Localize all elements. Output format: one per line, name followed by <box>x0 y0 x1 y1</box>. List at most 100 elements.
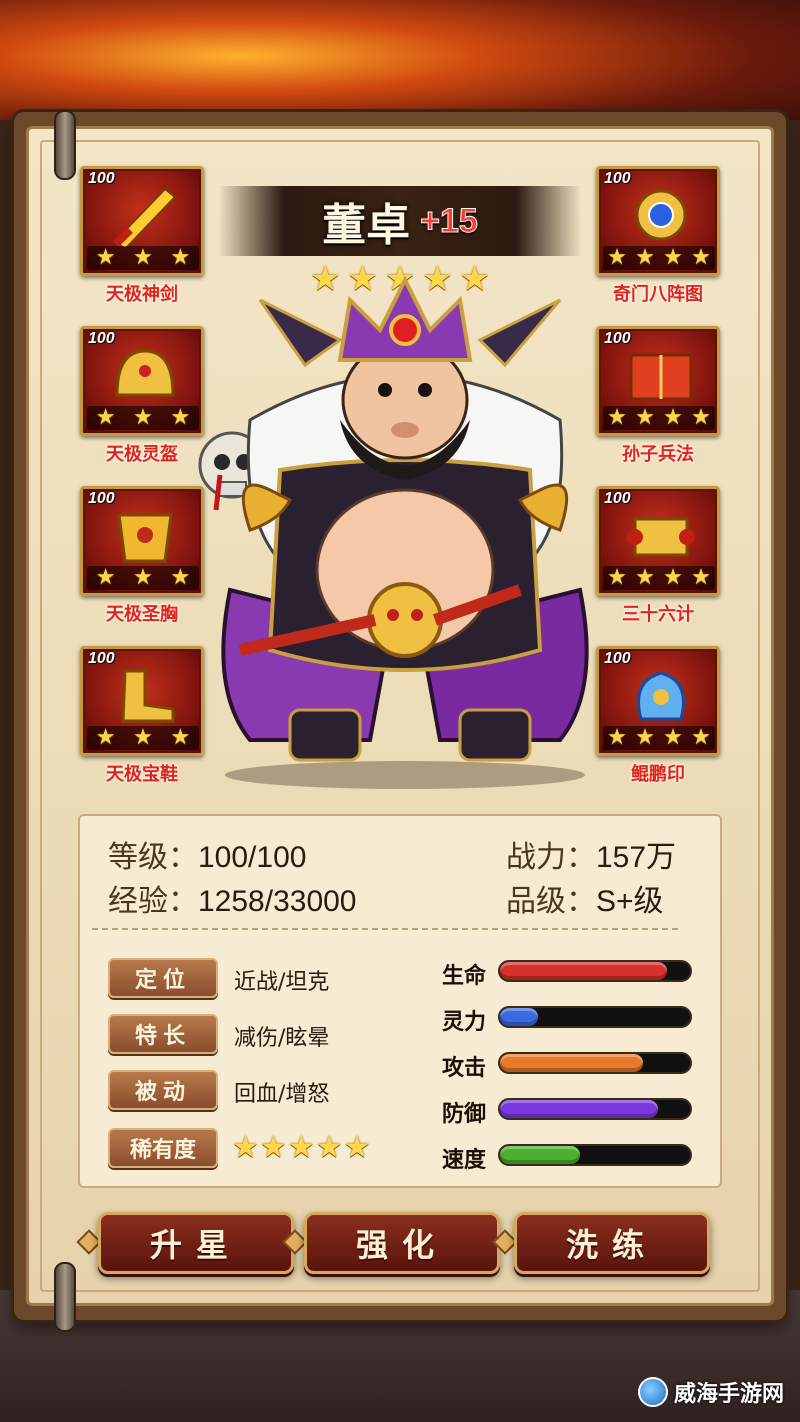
equipment-star-rating: ★ ★ ★ <box>87 726 199 750</box>
enhance-button[interactable]: 强化 <box>304 1212 500 1274</box>
seal-icon <box>637 671 685 721</box>
grade-row: 品级：S+级 <box>506 876 664 920</box>
star-icon: ★ <box>95 565 116 590</box>
watermark-logo-icon <box>637 1377 668 1407</box>
star-icon: ★ <box>691 565 711 590</box>
star-icon: ★ <box>635 725 655 750</box>
star-icon: ★ <box>691 245 711 270</box>
star-icon: ★ <box>232 1130 259 1165</box>
hero-title-banner: 董卓 +15 <box>218 186 582 256</box>
equipment-slot-left-2[interactable]: 100 ★ ★ ★ 天极灵盔 <box>80 326 204 466</box>
level-value: 100/100 <box>198 841 307 874</box>
watermark-text: 威海手游网 <box>673 1382 784 1407</box>
grade-label: 品级： <box>506 885 596 918</box>
trait-tag-role: 定位 <box>108 958 218 998</box>
power-value: 157万 <box>596 841 677 874</box>
star-icon: ★ <box>607 405 627 430</box>
star-icon: ★ <box>315 1130 343 1165</box>
star-icon: ★ <box>95 405 116 430</box>
equipment-slot-left-1[interactable]: 100 ★ ★ ★ 天极神剑 <box>80 166 204 306</box>
equipment-slot-left-4[interactable]: 100 ★ ★ ★ 天极宝鞋 <box>80 646 204 786</box>
star-icon: ★ <box>133 405 153 430</box>
star-icon: ★ <box>635 565 655 590</box>
star-icon: ★ <box>663 405 683 430</box>
stat-bar <box>498 1006 692 1028</box>
equipment-icon-frame[interactable]: 100 ★ ★ ★ ★ <box>596 486 720 596</box>
hero-portrait[interactable] <box>190 270 620 790</box>
star-icon: ★ <box>170 405 191 430</box>
equipment-icon-frame[interactable]: 100 ★ ★ ★ ★ <box>596 166 720 276</box>
equipment-name: 天极宝鞋 <box>106 764 178 785</box>
star-icon: ★ <box>287 1130 315 1165</box>
star-icon: ★ <box>259 1130 287 1165</box>
divider <box>92 928 678 930</box>
sword-icon <box>113 187 177 247</box>
exp-label: 经验： <box>108 885 198 918</box>
watermark: 威海手游网 <box>637 1376 784 1408</box>
stat-label: 防御 <box>442 1102 487 1127</box>
equipment-star-rating: ★ ★ ★ <box>87 566 199 590</box>
equipment-name: 天极神剑 <box>106 284 178 305</box>
equipment-icon-frame[interactable]: 100 ★ ★ ★ ★ <box>596 326 720 436</box>
star-icon: ★ <box>663 565 683 590</box>
stat-bar <box>498 1052 692 1074</box>
equipment-name: 奇门八阵图 <box>613 284 703 305</box>
star-icon: ★ <box>635 405 655 430</box>
star-icon: ★ <box>635 245 655 270</box>
equipment-star-rating: ★ ★ ★ ★ <box>603 246 715 270</box>
equipment-slot-right-1[interactable]: 100 ★ ★ ★ ★ 奇门八阵图 <box>596 166 720 306</box>
equipment-star-rating: ★ ★ ★ ★ <box>603 406 715 430</box>
equipment-slot-right-2[interactable]: 100 ★ ★ ★ ★ 孙子兵法 <box>596 326 720 466</box>
hero-name: 董卓 <box>322 200 411 251</box>
stat-bar-fill <box>500 1100 658 1118</box>
equipment-icon-frame[interactable]: 100 ★ ★ ★ <box>80 166 204 276</box>
pin-icon <box>54 110 76 180</box>
star-icon: ★ <box>607 725 627 750</box>
star-icon: ★ <box>133 725 153 750</box>
star-icon: ★ <box>607 245 627 270</box>
star-icon: ★ <box>95 725 116 750</box>
refine-button[interactable]: 洗练 <box>514 1212 710 1274</box>
equipment-icon-frame[interactable]: 100 ★ ★ ★ <box>80 326 204 436</box>
stat-label: 生命 <box>442 964 487 989</box>
trait-tag-specialty: 特长 <box>108 1014 218 1054</box>
equipment-slot-left-3[interactable]: 100 ★ ★ ★ 天极圣胸 <box>80 486 204 626</box>
equipment-star-rating: ★ ★ ★ <box>87 406 199 430</box>
stat-bar-fill <box>500 1146 580 1164</box>
stat-bar-fill <box>500 1054 643 1072</box>
equipment-name: 天极灵盔 <box>106 444 178 465</box>
equipment-name: 鲲鹏印 <box>631 764 685 785</box>
stat-bar <box>498 960 692 982</box>
trait-value-specialty: 减伤/眩晕 <box>234 1026 330 1051</box>
pin-icon <box>54 1262 76 1332</box>
stat-label: 灵力 <box>442 1010 487 1035</box>
book-icon <box>629 353 693 401</box>
power-label: 战力： <box>506 841 596 874</box>
trait-value-role: 近战/坦克 <box>234 970 330 995</box>
armor-icon <box>117 513 173 563</box>
stat-bar-fill <box>500 962 668 980</box>
star-icon: ★ <box>663 725 683 750</box>
equipment-slot-right-3[interactable]: 100 ★ ★ ★ ★ 三十六计 <box>596 486 720 626</box>
formation-scroll-icon <box>635 189 687 241</box>
rarity-star-rating: ★ ★ ★ ★ ★ <box>232 1132 371 1164</box>
equipment-icon-frame[interactable]: 100 ★ ★ ★ <box>80 646 204 756</box>
star-icon: ★ <box>343 1130 371 1165</box>
stat-label: 攻击 <box>442 1056 487 1081</box>
equipment-slot-right-4[interactable]: 100 ★ ★ ★ ★ 鲲鹏印 <box>596 646 720 786</box>
star-up-button[interactable]: 升星 <box>98 1212 294 1274</box>
equipment-star-rating: ★ ★ ★ ★ <box>603 566 715 590</box>
boots-icon <box>121 669 175 723</box>
level-row: 等级：100/100 <box>108 832 306 876</box>
equipment-star-rating: ★ ★ ★ ★ <box>603 726 715 750</box>
equipment-name: 孙子兵法 <box>622 444 694 465</box>
equipment-name: 三十六计 <box>622 604 694 625</box>
level-label: 等级： <box>108 841 198 874</box>
star-icon: ★ <box>170 565 191 590</box>
trait-tag-rarity: 稀有度 <box>108 1128 218 1168</box>
equipment-icon-frame[interactable]: 100 ★ ★ ★ <box>80 486 204 596</box>
equipment-icon-frame[interactable]: 100 ★ ★ ★ ★ <box>596 646 720 756</box>
equipment-name: 天极圣胸 <box>106 604 178 625</box>
power-row: 战力：157万 <box>506 832 676 876</box>
grade-value: S+级 <box>596 885 664 918</box>
